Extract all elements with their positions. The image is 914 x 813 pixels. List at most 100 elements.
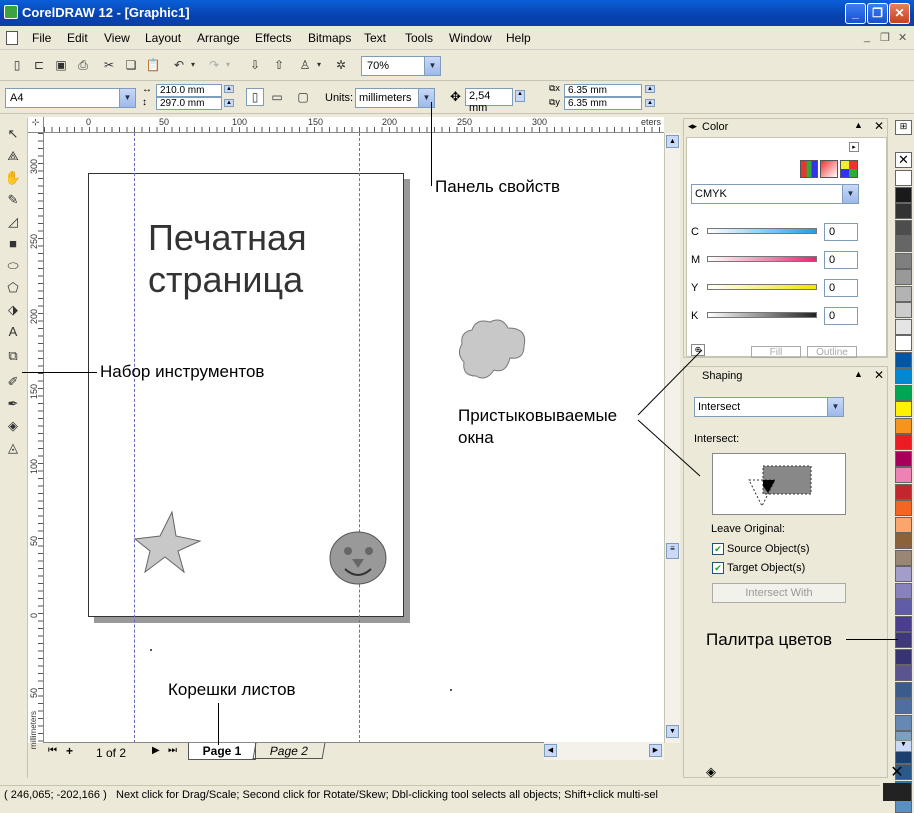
- eyedropper-tool-icon[interactable]: ✐: [3, 372, 23, 392]
- palette-swatch[interactable]: [895, 483, 912, 500]
- next-page-icon[interactable]: ▶: [152, 745, 160, 756]
- scroll-thumb[interactable]: ≡: [666, 543, 679, 559]
- last-page-icon[interactable]: ⏭: [168, 745, 177, 756]
- palette-swatch[interactable]: [895, 285, 912, 302]
- palette-swatch[interactable]: [895, 516, 912, 533]
- channel-m-slider[interactable]: [707, 256, 817, 262]
- chevron-down-icon[interactable]: ▼: [424, 57, 440, 75]
- cloud-shape[interactable]: [456, 316, 530, 386]
- zoom-select[interactable]: 70% ▼: [361, 56, 441, 76]
- close-button[interactable]: ✕: [889, 3, 910, 24]
- paste-icon[interactable]: 📋: [144, 56, 162, 74]
- palette-swatch[interactable]: [895, 318, 912, 335]
- landscape-icon[interactable]: ▭: [268, 88, 286, 106]
- page-height-field[interactable]: 297.0 mm: [156, 97, 222, 110]
- horizontal-ruler[interactable]: 0 50 100 150 200 250 300 eters: [44, 117, 664, 133]
- basic-shapes-tool-icon[interactable]: ⬗: [3, 300, 23, 320]
- palette-swatch[interactable]: [895, 219, 912, 236]
- menu-arrange[interactable]: Arrange: [197, 31, 240, 45]
- dup-x-spin-icon[interactable]: ▲: [645, 85, 655, 93]
- scroll-left-icon[interactable]: ◀: [544, 744, 557, 757]
- color-model-select[interactable]: CMYK ▼: [691, 184, 859, 204]
- doc-restore-icon[interactable]: ❐: [880, 31, 890, 44]
- duplicate-y-field[interactable]: 6.35 mm: [564, 97, 642, 110]
- tab-page-1[interactable]: Page 1: [188, 743, 256, 760]
- channel-c-value[interactable]: 0: [824, 223, 858, 241]
- menu-bitmaps[interactable]: Bitmaps: [308, 31, 351, 45]
- channel-k-value[interactable]: 0: [824, 307, 858, 325]
- menu-help[interactable]: Help: [506, 31, 531, 45]
- palette-swatch[interactable]: [895, 401, 912, 417]
- rectangle-tool-icon[interactable]: ■: [3, 234, 23, 254]
- portrait-icon[interactable]: ▯: [246, 88, 264, 106]
- collapse-icon[interactable]: ▲: [854, 120, 863, 130]
- chevron-down-icon[interactable]: ▼: [119, 89, 135, 107]
- channel-m-value[interactable]: 0: [824, 251, 858, 269]
- page-layout-icon[interactable]: ▢: [294, 88, 312, 106]
- chevron-down-icon[interactable]: ▼: [827, 398, 843, 416]
- nudge-field[interactable]: 2,54 mm: [465, 88, 513, 114]
- intersect-with-button[interactable]: Intersect With: [712, 583, 846, 603]
- import-icon[interactable]: ⇩: [246, 56, 264, 74]
- export-icon[interactable]: ⇧: [270, 56, 288, 74]
- palette-swatch[interactable]: [895, 384, 912, 401]
- paper-size-select[interactable]: A4 ▼: [5, 88, 136, 108]
- pick-tool-icon[interactable]: ↖: [3, 124, 23, 144]
- menu-edit[interactable]: Edit: [67, 31, 88, 45]
- page-heading-line2[interactable]: страница: [148, 259, 303, 301]
- palette-swatch[interactable]: [895, 582, 912, 599]
- scroll-down-icon[interactable]: ▼: [666, 725, 679, 738]
- palette-swatch[interactable]: [895, 566, 912, 582]
- menu-effects[interactable]: Effects: [255, 31, 291, 45]
- collapse-icon[interactable]: ▲: [854, 369, 863, 379]
- units-select[interactable]: millimeters ▼: [355, 88, 435, 108]
- horizontal-scrollbar[interactable]: ◀ ▶: [544, 742, 664, 760]
- palette-swatch[interactable]: [895, 335, 912, 351]
- ruler-origin[interactable]: ⊹: [28, 117, 44, 133]
- shaping-mode-select[interactable]: Intersect ▼: [694, 397, 844, 417]
- scroll-right-icon[interactable]: ▶: [649, 744, 662, 757]
- doc-minimize-icon[interactable]: _: [864, 31, 870, 43]
- cut-icon[interactable]: ✂: [100, 56, 118, 74]
- nudge-spin-icon[interactable]: ▲: [515, 90, 525, 102]
- palette-swatch[interactable]: [895, 170, 912, 186]
- palette-swatch[interactable]: [895, 665, 912, 681]
- launcher-dropdown-icon[interactable]: ▾: [314, 56, 324, 74]
- color-viewers-icon[interactable]: [820, 160, 838, 178]
- palette-menu-icon[interactable]: ⊞: [895, 120, 912, 135]
- palette-swatch[interactable]: [895, 203, 912, 219]
- page-width-field[interactable]: 210.0 mm: [156, 84, 222, 97]
- new-icon[interactable]: ▯: [8, 56, 26, 74]
- open-icon[interactable]: ⊏: [30, 56, 48, 74]
- palette-swatch[interactable]: [895, 417, 912, 434]
- interactive-blend-tool-icon[interactable]: ⧉: [3, 346, 23, 366]
- freehand-tool-icon[interactable]: ✎: [3, 190, 23, 210]
- menu-window[interactable]: Window: [449, 31, 492, 45]
- palette-swatch[interactable]: [895, 599, 912, 615]
- smart-fill-tool-icon[interactable]: ◿: [3, 212, 23, 232]
- copy-icon[interactable]: ❏: [122, 56, 140, 74]
- restore-button[interactable]: ❐: [867, 3, 888, 24]
- scroll-up-icon[interactable]: ▲: [666, 135, 679, 148]
- palette-swatch[interactable]: [895, 714, 912, 731]
- page-heading-line1[interactable]: Печатная: [148, 217, 307, 259]
- pan-tool-icon[interactable]: ✋: [3, 168, 23, 188]
- tab-page-2[interactable]: Page 2: [252, 743, 326, 759]
- no-color-swatch[interactable]: ✕: [895, 152, 912, 168]
- palette-swatch[interactable]: [895, 500, 912, 516]
- redo-dropdown-icon[interactable]: ▾: [223, 56, 233, 74]
- undo-icon[interactable]: ↶: [170, 56, 188, 74]
- application-launcher-icon[interactable]: ♙: [296, 56, 314, 74]
- palette-swatch[interactable]: [895, 351, 912, 368]
- width-spin-icon[interactable]: ▲: [224, 85, 234, 93]
- menu-text[interactable]: Text: [364, 31, 386, 45]
- palette-swatch[interactable]: [895, 368, 912, 384]
- channel-c-slider[interactable]: [707, 228, 817, 234]
- palette-swatch[interactable]: [895, 269, 912, 285]
- color-sliders-icon[interactable]: [800, 160, 818, 178]
- duplicate-x-field[interactable]: 6.35 mm: [564, 84, 642, 97]
- save-icon[interactable]: ▣: [52, 56, 70, 74]
- star-shape[interactable]: [132, 509, 204, 575]
- undo-dropdown-icon[interactable]: ▾: [188, 56, 198, 74]
- text-tool-icon[interactable]: A: [3, 322, 23, 342]
